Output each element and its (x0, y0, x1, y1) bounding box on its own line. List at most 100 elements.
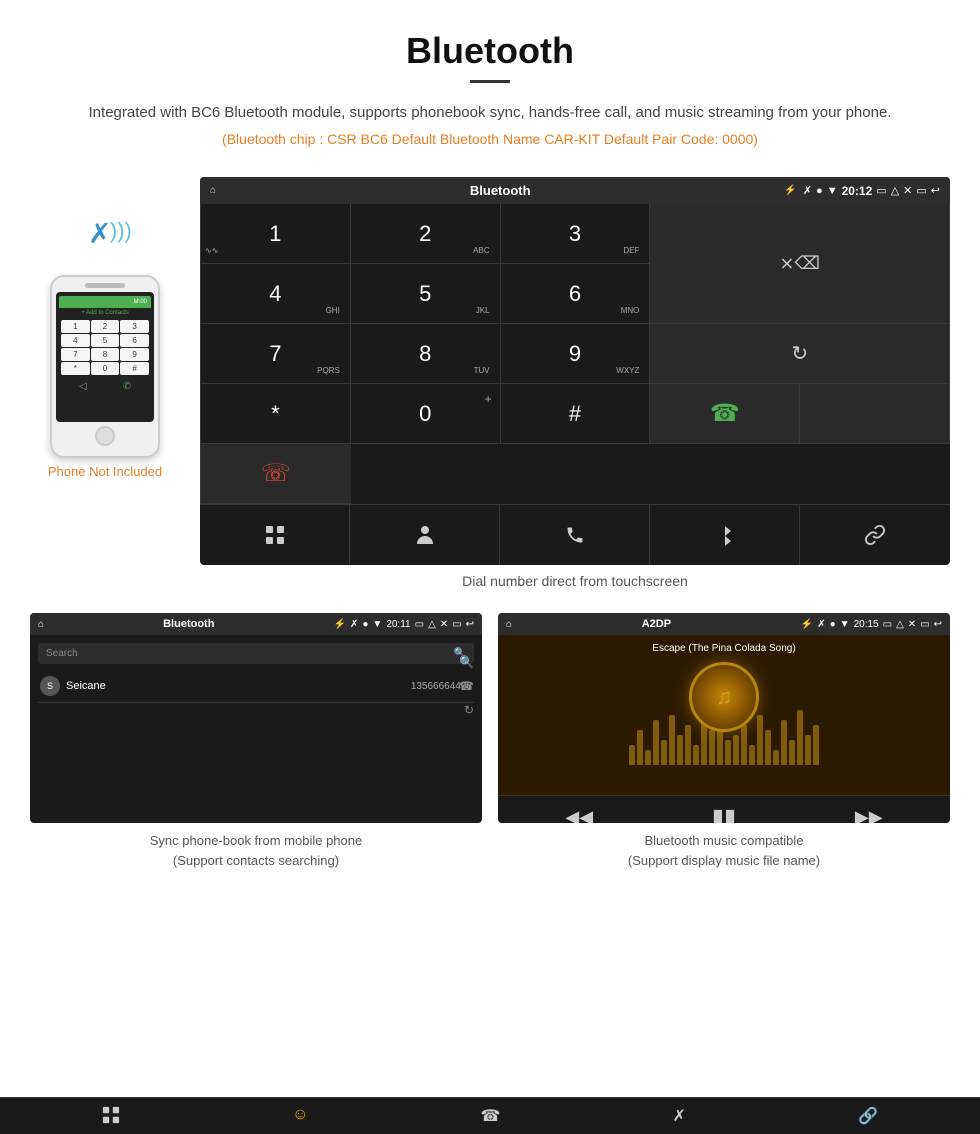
phone-key-5[interactable]: 5 (91, 334, 120, 347)
status-icons: ✗ ● ▼ 20:12 ▭ △ ✕ ▭ ↩ (803, 184, 940, 198)
music-screenshot: ⌂ A2DP ⚡ ✗ ● ▼ 20:15 ▭ △ ✕ ▭ ↩ Escape (T… (498, 613, 950, 823)
phone-action[interactable] (500, 505, 650, 565)
dial-caption: Dial number direct from touchscreen (200, 565, 950, 603)
phone-call-btn[interactable]: ✆ (123, 381, 131, 392)
phonebook-card: ⌂ Bluetooth ⚡ ✗ ● ▼ 20:11 ▭ △ ✕ ▭ ↩ Sear… (30, 613, 482, 872)
pb-body: Search 🔍 S Seicane 13566664466 (30, 635, 482, 711)
location-icon: ● (816, 185, 823, 197)
key-1[interactable]: 1 ∿∿ (201, 204, 351, 264)
key-6[interactable]: 6 MNO (501, 264, 651, 324)
home-icon[interactable]: ⌂ (210, 185, 216, 196)
phone-key-4[interactable]: 4 (61, 334, 90, 347)
page-specs: (Bluetooth chip : CSR BC6 Default Blueto… (60, 131, 920, 147)
next-icon[interactable]: ▶▶ (855, 807, 883, 824)
music-usb-icon: ⚡ (801, 619, 813, 630)
phone-key-8[interactable]: 8 (91, 348, 120, 361)
layout-status-icon: ▭ (916, 184, 926, 197)
music-sig-icon: ▼ (840, 619, 850, 630)
pb-bt-icon: ✗ (350, 619, 358, 630)
phone-key-2[interactable]: 2 (91, 320, 120, 333)
key-8[interactable]: 8 TUV (351, 324, 501, 384)
key-2[interactable]: 2 ABC (351, 204, 501, 264)
link-icon (864, 524, 886, 546)
pb-call-side-icon[interactable]: ☎ (459, 679, 474, 693)
refresh-area[interactable]: ↻ (650, 324, 950, 384)
key-7[interactable]: 7 PQRS (201, 324, 351, 384)
phone-bottom-bar: ◁ ✆ (59, 377, 151, 392)
bluetooth-animation: ✗ ))) (30, 217, 180, 267)
backspace-icon[interactable]: ⨯⌫ (779, 253, 820, 274)
music-home-icon[interactable]: ⌂ (506, 619, 512, 630)
pb-loc-icon: ● (362, 619, 368, 630)
phone-add-contact: + Add to Contacts (59, 308, 151, 318)
close-status-icon: ✕ (903, 184, 912, 197)
pb-caption: Sync phone-book from mobile phone (Suppo… (30, 823, 482, 872)
empty-cell-row4 (800, 384, 950, 444)
phone-screen: M:00 + Add to Contacts 1 2 3 4 5 6 7 8 9… (56, 292, 154, 422)
dial-grid: 1 ∿∿ 2 ABC 3 DEF ⨯⌫ 4 GHI (200, 204, 950, 504)
call-button[interactable]: ☎ (650, 384, 800, 444)
music-close-icon: ✕ (908, 619, 916, 630)
main-section: ✗ ))) M:00 + Add to Contacts 1 2 3 4 5 6… (0, 177, 980, 603)
camera-status-icon: ▭ (876, 184, 886, 197)
music-card: ⌂ A2DP ⚡ ✗ ● ▼ 20:15 ▭ △ ✕ ▭ ↩ Escape (T… (498, 613, 950, 872)
key-9[interactable]: 9 WXYZ (501, 324, 651, 384)
pb-search-placeholder: Search (46, 648, 78, 659)
music-title: A2DP (516, 618, 797, 630)
page-title: Bluetooth (60, 30, 920, 72)
pb-title: Bluetooth (48, 618, 329, 630)
key-5[interactable]: 5 JKL (351, 264, 501, 324)
bluetooth-action-icon (717, 524, 733, 546)
grid-icon (265, 525, 285, 545)
call-green-icon: ☎ (710, 399, 740, 428)
pb-statusbar: ⌂ Bluetooth ⚡ ✗ ● ▼ 20:11 ▭ △ ✕ ▭ ↩ (30, 613, 482, 635)
page-header: Bluetooth Integrated with BC6 Bluetooth … (0, 0, 980, 177)
pb-close-icon: ✕ (440, 619, 448, 630)
hangup-button[interactable]: ☏ (201, 444, 351, 504)
key-star[interactable]: * (201, 384, 351, 444)
usb-icon: ⚡ (784, 185, 796, 196)
phone-key-0[interactable]: 0 (91, 362, 120, 375)
volume-status-icon: △ (891, 184, 899, 197)
phone-key-hash[interactable]: # (120, 362, 149, 375)
key-hash[interactable]: # (501, 384, 651, 444)
phone-key-7[interactable]: 7 (61, 348, 90, 361)
music-loc-icon: ● (830, 619, 836, 630)
phone-key-9[interactable]: 9 (120, 348, 149, 361)
key-3[interactable]: 3 DEF (501, 204, 651, 264)
signal-icon: ▼ (827, 185, 838, 197)
phone-back-btn[interactable]: ◁ (79, 381, 87, 392)
key-4[interactable]: 4 GHI (201, 264, 351, 324)
music-note-icon: ♫ (716, 684, 733, 710)
call-red-icon: ☏ (261, 459, 291, 488)
pb-refresh-side-icon[interactable]: ↻ (464, 703, 474, 717)
phone-key-3[interactable]: 3 (120, 320, 149, 333)
pb-contact-row: S Seicane 13566664466 (38, 670, 474, 703)
pb-back-icon: ↩ (466, 619, 474, 630)
bt-status-icon: ✗ (803, 184, 812, 197)
pb-search-bar[interactable]: Search 🔍 (38, 643, 474, 664)
phone-home-button[interactable] (95, 426, 115, 446)
phone-key-1[interactable]: 1 (61, 320, 90, 333)
pb-sidebar: 🔍 ☎ ↻ (451, 651, 482, 721)
phone-key-star[interactable]: * (61, 362, 90, 375)
pb-cam-icon: ▭ (415, 619, 424, 630)
pb-vol-icon: △ (428, 619, 436, 630)
pb-search-side-icon[interactable]: 🔍 (459, 655, 474, 669)
prev-icon[interactable]: ◀◀ (565, 807, 593, 824)
album-art: ♫ (689, 662, 759, 732)
key-0[interactable]: 0 + (351, 384, 501, 444)
grid-action[interactable] (200, 505, 350, 565)
play-pause-icon[interactable]: ▮▮ (712, 804, 736, 823)
music-cam-icon: ▭ (883, 619, 892, 630)
phone-speaker (85, 283, 125, 288)
bluetooth-action[interactable] (650, 505, 800, 565)
contacts-action[interactable] (350, 505, 500, 565)
pb-home-icon[interactable]: ⌂ (38, 619, 44, 630)
music-caption: Bluetooth music compatible (Support disp… (498, 823, 950, 872)
person-icon (415, 524, 435, 546)
link-action[interactable] (800, 505, 950, 565)
phone-key-6[interactable]: 6 (120, 334, 149, 347)
music-body: Escape (The Pina Colada Song) ♫ (498, 635, 950, 795)
dial-actions (200, 504, 950, 565)
